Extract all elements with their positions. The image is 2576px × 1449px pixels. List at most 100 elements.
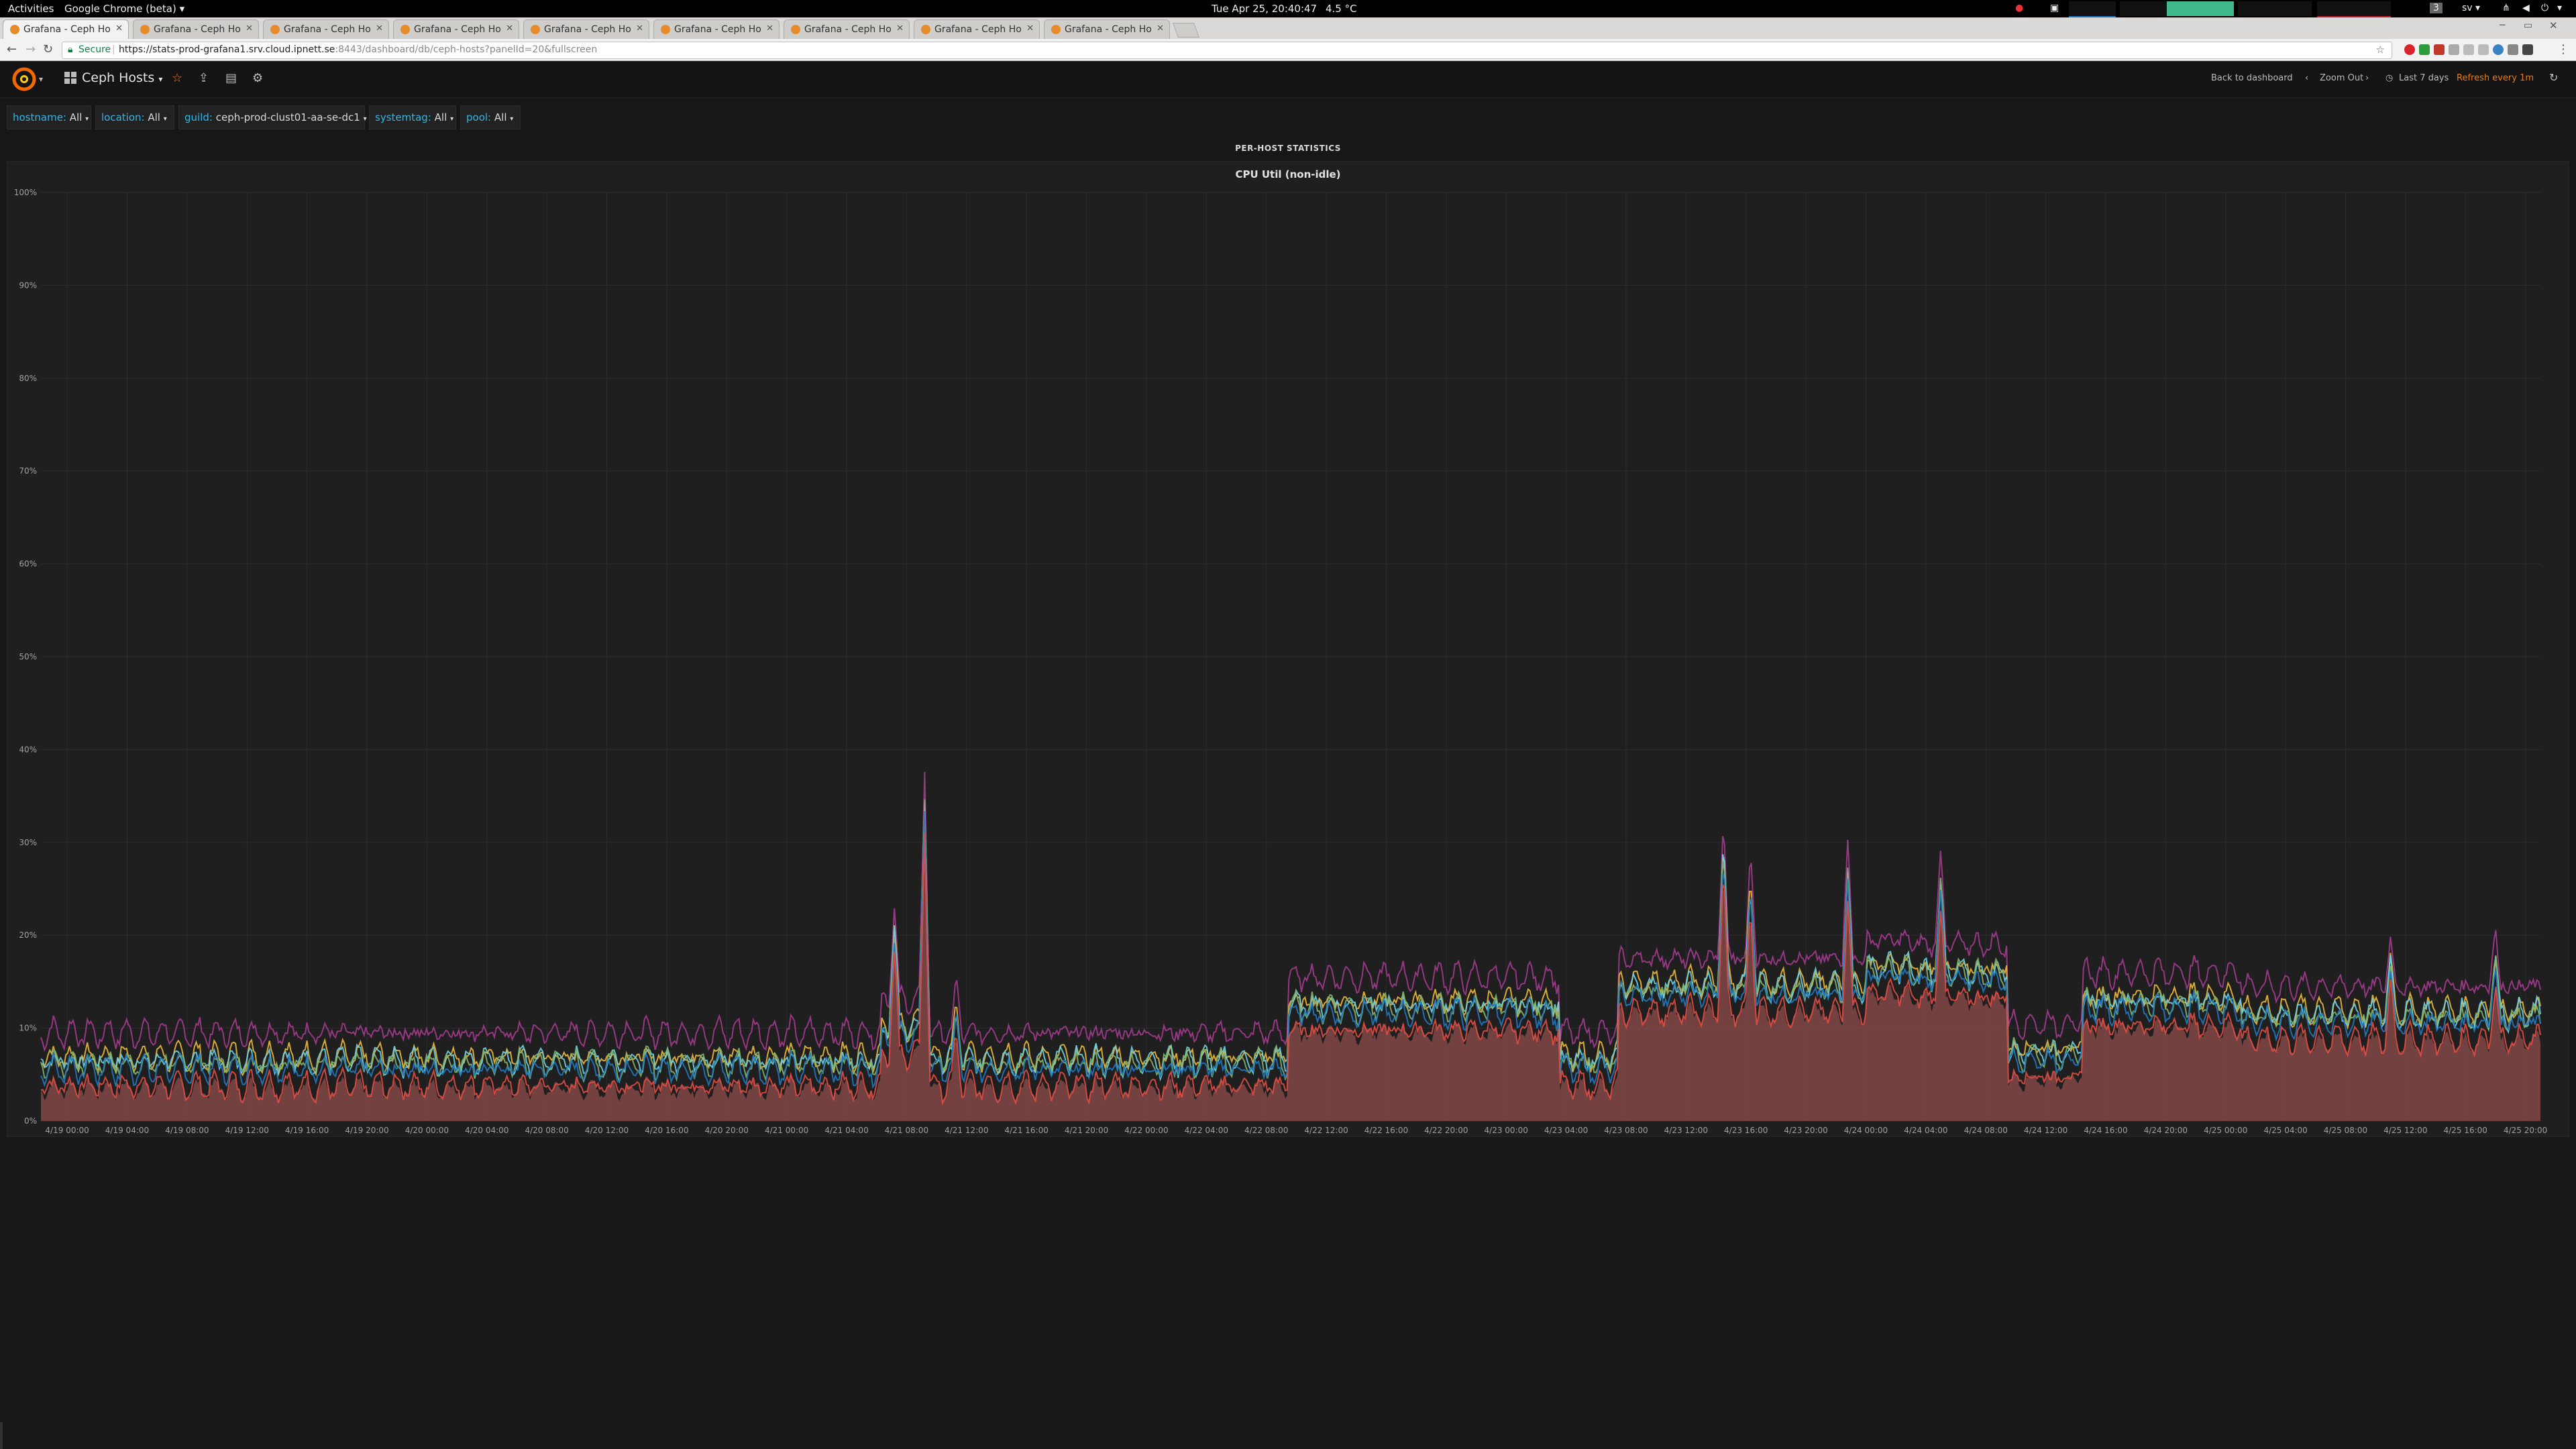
extension-icon[interactable] [2419, 44, 2430, 55]
star-icon[interactable]: ☆ [172, 71, 182, 85]
browser-tab[interactable]: Grafana - Ceph Hosts ✕ [523, 19, 649, 39]
extension-icon[interactable] [2463, 44, 2474, 55]
browser-tab[interactable]: Grafana - Ceph Hosts ✕ [653, 19, 780, 39]
back-arrow-icon[interactable]: ← [7, 42, 17, 56]
variable-label: hostname: [13, 111, 66, 123]
cpu-monitor-graph[interactable] [2069, 1, 2116, 18]
cpu-util-chart[interactable]: 0% 10% 20% 30% 40% 50% 60% 70% 80% 90% 100% 4/19 00… [7, 162, 2569, 1136]
close-icon[interactable]: ✕ [1026, 23, 1034, 34]
x-tick-label: 4/25 08:00 [2324, 1126, 2367, 1135]
browser-tab[interactable]: Grafana - Ceph Hosts ✕ [1044, 19, 1170, 39]
bookmark-star-icon[interactable]: ☆ [2376, 44, 2385, 56]
graph-panel[interactable]: CPU Util (non-idle) 0% 10% 20% 30% 40% 50% 60%… [7, 161, 2569, 1137]
url-path: :8443/dashboard/db/ceph-hosts?panelId=20… [335, 44, 598, 55]
browser-tab[interactable]: Grafana - Ceph Hosts ✕ [3, 19, 129, 39]
y-tick-label: 0% [24, 1116, 37, 1126]
variable-hostname[interactable]: hostname: All ▾ [7, 105, 91, 129]
extension-icon[interactable] [2434, 44, 2445, 55]
minimize-icon[interactable]: ─ [2500, 20, 2505, 31]
time-range-picker[interactable]: Last 7 days [2399, 73, 2449, 83]
load-monitor-graph[interactable] [2120, 1, 2167, 16]
x-tick-label: 4/22 12:00 [1304, 1126, 1348, 1135]
y-tick-label: 30% [19, 838, 37, 847]
grafana-favicon-icon [400, 25, 410, 34]
close-icon[interactable]: ✕ [636, 23, 643, 34]
net-monitor-graph[interactable] [2238, 1, 2312, 16]
variable-location[interactable]: location: All ▾ [95, 105, 174, 129]
variable-pool[interactable]: pool: All ▾ [460, 105, 521, 129]
variable-label: guild: [184, 111, 213, 123]
grafana-favicon-icon [1051, 25, 1061, 34]
x-tick-label: 4/25 20:00 [2504, 1126, 2547, 1135]
y-tick-label: 80% [19, 374, 37, 383]
variable-systemtag[interactable]: systemtag: All ▾ [369, 105, 456, 129]
variable-value: ceph-prod-clust01-aa-se-dc1 [215, 111, 360, 123]
row-title[interactable]: PER-HOST STATISTICS [0, 144, 2576, 153]
chevron-down-icon[interactable]: ▾ [39, 74, 43, 84]
browser-toolbar: ← → ↻ 🔒︎ Secure | https://stats-prod-gra… [0, 39, 2576, 61]
extension-icon[interactable] [2508, 44, 2518, 55]
extension-icon[interactable] [2478, 44, 2489, 55]
refresh-icon[interactable]: ↻ [2549, 71, 2558, 84]
memory-monitor-graph[interactable] [2167, 1, 2234, 16]
system-clock[interactable]: Tue Apr 25, 20:40:47 [1212, 3, 1317, 15]
extension-icon[interactable] [2522, 44, 2533, 55]
x-tick-label: 4/24 16:00 [2084, 1126, 2127, 1135]
zoom-out-button[interactable]: Zoom Out [2320, 73, 2363, 83]
back-to-dashboard-button[interactable]: Back to dashboard [2211, 73, 2293, 83]
weather-indicator[interactable]: 4.5 °C [1326, 3, 1357, 15]
close-icon[interactable]: ✕ [246, 23, 253, 34]
variable-guild[interactable]: guild: ceph-prod-clust01-aa-se-dc1 ▾ [178, 105, 367, 129]
keyboard-layout[interactable]: sv ▾ [2462, 3, 2480, 13]
close-icon[interactable]: ✕ [376, 23, 383, 34]
close-icon[interactable]: ✕ [1157, 23, 1164, 34]
address-bar[interactable]: 🔒︎ Secure | https://stats-prod-grafana1.… [62, 42, 2392, 59]
close-icon[interactable]: ✕ [115, 23, 123, 34]
extension-icon[interactable] [2493, 44, 2504, 55]
forward-arrow-icon[interactable]: → [25, 42, 36, 56]
close-icon[interactable]: ✕ [506, 23, 513, 34]
save-icon[interactable]: ▤ [225, 71, 237, 85]
browser-tab[interactable]: Grafana - Ceph Hosts ✕ [263, 19, 389, 39]
browser-tab[interactable]: Grafana - Ceph Hosts ✕ [784, 19, 910, 39]
extension-icon[interactable] [2449, 44, 2459, 55]
grafana-favicon-icon [661, 25, 670, 34]
grafana-logo-icon[interactable] [12, 67, 36, 91]
close-window-icon[interactable]: ✕ [2549, 19, 2558, 32]
x-tick-label: 4/24 04:00 [1904, 1126, 1947, 1135]
dashboard-title[interactable]: Ceph Hosts ▾ [82, 70, 162, 85]
chevron-right-icon[interactable]: › [2365, 73, 2369, 83]
screen-icon[interactable]: ▣ [2050, 3, 2059, 13]
power-icon[interactable]: ⏻ [2541, 3, 2548, 13]
workspace-indicator[interactable]: 3 [2430, 3, 2443, 13]
x-tick-label: 4/20 12:00 [585, 1126, 629, 1135]
network-icon[interactable]: ⋔ [2502, 3, 2510, 13]
tab-title: Grafana - Ceph Hosts [23, 24, 111, 35]
x-tick-label: 4/22 00:00 [1124, 1126, 1168, 1135]
chevron-down-icon: ▾ [363, 115, 367, 123]
chevron-down-icon: ▾ [85, 115, 89, 123]
chrome-menu-icon[interactable]: ⋮ [2557, 42, 2569, 56]
browser-tab[interactable]: Grafana - Ceph Hosts ✕ [914, 19, 1040, 39]
browser-tab[interactable]: Grafana - Ceph Hosts ✕ [133, 19, 259, 39]
system-menu-caret-icon[interactable]: ▾ [2557, 3, 2562, 13]
x-tick-label: 4/25 12:00 [2383, 1126, 2427, 1135]
app-menu[interactable]: Google Chrome (beta) ▾ [64, 3, 184, 15]
chevron-left-icon[interactable]: ‹ [2305, 73, 2308, 83]
close-icon[interactable]: ✕ [766, 23, 773, 34]
record-icon[interactable]: ● [2015, 3, 2023, 13]
maximize-icon[interactable]: ▭ [2524, 20, 2532, 31]
browser-tab[interactable]: Grafana - Ceph Hosts ✕ [393, 19, 519, 39]
new-tab-button[interactable] [1172, 23, 1200, 38]
tab-title: Grafana - Ceph Hosts [154, 24, 241, 35]
close-icon[interactable]: ✕ [896, 23, 904, 34]
gear-icon[interactable]: ⚙ [252, 71, 263, 85]
refresh-interval[interactable]: Refresh every 1m [2457, 73, 2534, 83]
volume-icon[interactable]: ◀ [2522, 3, 2530, 13]
adblock-extension-icon[interactable] [2404, 44, 2415, 55]
reload-icon[interactable]: ↻ [43, 42, 53, 56]
activities-button[interactable]: Activities [8, 3, 54, 15]
x-tick-label: 4/22 16:00 [1364, 1126, 1408, 1135]
dashboard-grid-icon[interactable] [64, 72, 76, 84]
share-icon[interactable]: ⇪ [199, 71, 209, 85]
